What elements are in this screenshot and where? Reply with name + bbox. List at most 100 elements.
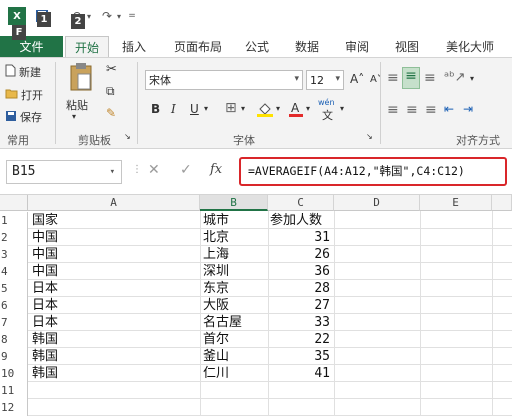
font-name-select[interactable]: 宋体 ▾ <box>145 70 303 90</box>
tab-formulas[interactable]: 公式 <box>236 36 278 58</box>
tab-home[interactable]: 开始 <box>65 36 109 58</box>
border-icon[interactable]: ⊞ <box>225 100 237 116</box>
save-button[interactable]: 保存 <box>5 109 42 125</box>
row-header[interactable]: 2 <box>0 229 28 246</box>
paste-button[interactable]: 粘贴 <box>66 97 88 113</box>
cell-b[interactable]: 仁川 <box>203 365 266 382</box>
cancel-icon[interactable]: ✕ <box>148 162 160 178</box>
phonetic-dropdown-icon[interactable]: ▾ <box>340 104 344 113</box>
name-box[interactable]: B15 ▾ <box>6 160 122 184</box>
cell-c[interactable]: 27 <box>270 297 330 314</box>
copy-icon[interactable]: ⧉ <box>106 84 115 99</box>
formula-input[interactable]: =AVERAGEIF(A4:A12,"韩国",C4:C12) <box>239 157 507 186</box>
new-button[interactable]: 新建 <box>5 64 41 80</box>
cell-a[interactable]: 韩国 <box>32 365 198 382</box>
row-header[interactable]: 4 <box>0 263 28 280</box>
phonetic-guide-icon[interactable]: wén <box>318 98 335 107</box>
cell-a[interactable]: 中国 <box>32 246 198 263</box>
cell-c[interactable] <box>270 382 330 399</box>
cell-c[interactable]: 参加人数 <box>270 212 332 229</box>
cell-a[interactable]: 国家 <box>32 212 198 229</box>
align-center-icon[interactable]: ≡ <box>406 102 418 118</box>
redo-dropdown-icon[interactable]: ▾ <box>114 6 124 26</box>
decrease-indent-icon[interactable]: ⇤ <box>444 102 454 116</box>
cell-c[interactable]: 26 <box>270 246 330 263</box>
tab-data[interactable]: 数据 <box>286 36 328 58</box>
row-header[interactable]: 10 <box>0 365 28 382</box>
row-header[interactable]: 3 <box>0 246 28 263</box>
cell-a[interactable]: 日本 <box>32 280 198 297</box>
tab-review[interactable]: 审阅 <box>336 36 378 58</box>
cell-a[interactable]: 韩国 <box>32 348 198 365</box>
cell-b[interactable]: 北京 <box>203 229 266 246</box>
underline-button[interactable]: U <box>190 102 199 116</box>
cell-c[interactable] <box>270 399 330 416</box>
fill-dropdown-icon[interactable]: ▾ <box>276 104 280 113</box>
border-dropdown-icon[interactable]: ▾ <box>241 104 245 113</box>
column-header-f[interactable] <box>492 195 512 211</box>
cell-b[interactable]: 深圳 <box>203 263 266 280</box>
row-header[interactable]: 12 <box>0 399 28 416</box>
enter-icon[interactable]: ✓ <box>180 162 192 178</box>
cell-c[interactable]: 36 <box>270 263 330 280</box>
cell-b[interactable]: 城市 <box>203 212 266 229</box>
align-right-icon[interactable]: ≡ <box>425 102 437 118</box>
cell-a[interactable] <box>32 382 198 399</box>
cell-c[interactable]: 33 <box>270 314 330 331</box>
select-all-corner[interactable] <box>0 195 28 211</box>
undo-dropdown-icon[interactable]: ▾ <box>84 6 94 26</box>
cell-b[interactable]: 大阪 <box>203 297 266 314</box>
cell-c[interactable]: 41 <box>270 365 330 382</box>
cell-a[interactable]: 中国 <box>32 229 198 246</box>
tab-insert[interactable]: 插入 <box>113 36 155 58</box>
tab-view[interactable]: 视图 <box>386 36 428 58</box>
column-header-a[interactable]: A <box>28 195 200 211</box>
increase-indent-icon[interactable]: ⇥ <box>463 102 473 116</box>
customize-qat-icon[interactable]: = <box>126 6 138 26</box>
font-size-select[interactable]: 12 ▾ <box>306 70 344 90</box>
underline-dropdown-icon[interactable]: ▾ <box>204 104 208 113</box>
cell-b[interactable]: 首尔 <box>203 331 266 348</box>
cell-b[interactable] <box>203 382 266 399</box>
column-header-c[interactable]: C <box>268 195 334 211</box>
cell-b[interactable]: 上海 <box>203 246 266 263</box>
align-left-icon[interactable]: ≡ <box>387 102 399 118</box>
cell-a[interactable]: 日本 <box>32 314 198 331</box>
align-middle-icon[interactable]: ≡ <box>402 67 420 89</box>
cell-b[interactable]: 釜山 <box>203 348 266 365</box>
font-color-dropdown-icon[interactable]: ▾ <box>306 104 310 113</box>
italic-button[interactable]: I <box>171 102 176 116</box>
row-header[interactable]: 6 <box>0 297 28 314</box>
cell-b[interactable]: 名古屋 <box>203 314 266 331</box>
tab-beautify[interactable]: 美化大师 <box>438 36 502 58</box>
column-header-d[interactable]: D <box>334 195 420 211</box>
row-header[interactable]: 1 <box>0 212 28 229</box>
cell-c[interactable]: 22 <box>270 331 330 348</box>
fill-color-icon[interactable] <box>256 100 274 121</box>
row-header[interactable]: 7 <box>0 314 28 331</box>
cut-icon[interactable]: ✂ <box>106 62 117 77</box>
grow-font-icon[interactable]: A˄ <box>350 72 364 86</box>
open-button[interactable]: 打开 <box>5 87 43 103</box>
align-top-icon[interactable]: ≡ <box>387 70 399 86</box>
clipboard-launcher-icon[interactable]: ↘ <box>124 132 131 141</box>
cell-c[interactable]: 28 <box>270 280 330 297</box>
font-color-icon[interactable]: A <box>288 100 304 121</box>
cell-b[interactable]: 东京 <box>203 280 266 297</box>
cell-c[interactable]: 31 <box>270 229 330 246</box>
row-header[interactable]: 9 <box>0 348 28 365</box>
font-launcher-icon[interactable]: ↘ <box>366 132 373 141</box>
insert-function-icon[interactable]: fx <box>210 162 222 177</box>
align-bottom-icon[interactable]: ≡ <box>424 70 436 86</box>
tab-page-layout[interactable]: 页面布局 <box>166 36 230 58</box>
column-header-b[interactable]: B <box>200 195 268 211</box>
cell-a[interactable]: 中国 <box>32 263 198 280</box>
tab-file[interactable]: 文件 <box>0 36 63 58</box>
bold-button[interactable]: B <box>151 102 160 116</box>
paste-dropdown-icon[interactable]: ▾ <box>72 112 76 121</box>
cell-c[interactable]: 35 <box>270 348 330 365</box>
orientation-dropdown-icon[interactable]: ▾ <box>470 74 474 83</box>
format-painter-icon[interactable]: ✎ <box>106 106 116 120</box>
cell-a[interactable]: 韩国 <box>32 331 198 348</box>
cell-b[interactable] <box>203 399 266 416</box>
